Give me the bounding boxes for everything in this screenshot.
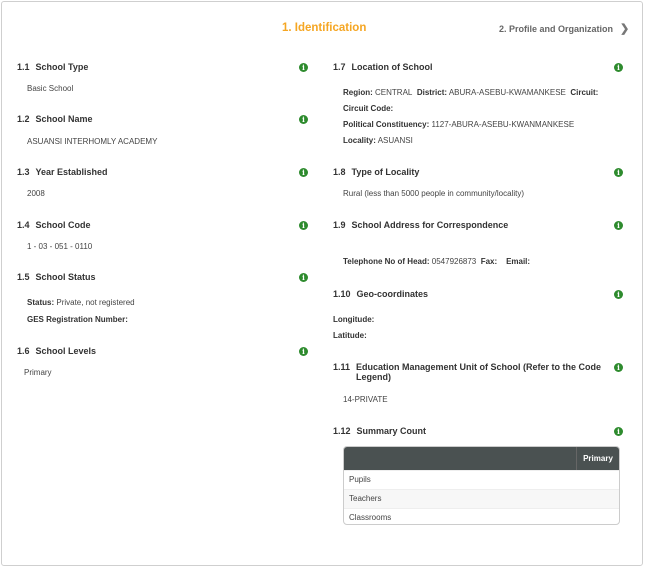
school-code-value: 1 - 03 - 051 - 0110 — [27, 242, 93, 251]
section-type-of-locality: 1.8 Type of Locality — [333, 167, 419, 177]
circuit-code-label: Circuit Code: — [343, 104, 394, 113]
section-title: Year Established — [35, 167, 108, 177]
section-number: 1.10 — [333, 289, 351, 299]
info-icon[interactable]: i — [614, 363, 623, 372]
school-status-row: Status: Private, not registered — [27, 298, 135, 307]
locality-label: Locality: — [343, 136, 376, 145]
section-title: Location of School — [351, 62, 433, 72]
info-icon[interactable]: i — [299, 221, 308, 230]
info-icon[interactable]: i — [299, 115, 308, 124]
section-summary-count: 1.12 Summary Count — [333, 426, 426, 436]
section-number: 1.5 — [17, 272, 30, 282]
section-title: School Status — [35, 272, 96, 282]
region-label: Region: — [343, 88, 373, 97]
section-title: Summary Count — [356, 426, 427, 436]
section-number: 1.3 — [17, 167, 30, 177]
section-title: School Address for Correspondence — [351, 220, 509, 230]
fax-label: Fax: — [480, 257, 498, 266]
section-location: 1.7 Location of School — [333, 62, 433, 72]
district-label: District: — [416, 88, 448, 97]
section-title-line2: Legend) — [356, 372, 392, 382]
table-row: Teachers — [344, 489, 619, 508]
section-title-line1: Education Management Unit of School (Ref… — [356, 362, 602, 372]
status-value: Private, not registered — [56, 298, 135, 307]
summary-count-table: Primary Pupils Teachers Classrooms — [343, 446, 620, 525]
locality-value: ASUANSI — [377, 136, 413, 145]
section-title: School Levels — [35, 346, 97, 356]
section-number: 1.4 — [17, 220, 30, 230]
section-school-type: 1.1 School Type — [17, 62, 88, 72]
section-title: School Code — [35, 220, 91, 230]
location-row-locality: Locality: ASUANSI — [343, 136, 413, 145]
location-row-constituency: Political Constituency: 1127-ABURA-ASEBU… — [343, 120, 574, 129]
section-school-status: 1.5 School Status — [17, 272, 96, 282]
section-number: 1.1 — [17, 62, 30, 72]
telephone-value: 0547926873 — [431, 257, 477, 266]
latitude-label: Latitude: — [333, 331, 367, 340]
section-number: 1.11 — [333, 362, 351, 372]
telephone-label: Telephone No of Head: — [343, 257, 430, 266]
tab-profile-organization[interactable]: 2. Profile and Organization ❯ — [499, 22, 629, 35]
section-number: 1.7 — [333, 62, 346, 72]
info-icon[interactable]: i — [614, 290, 623, 299]
constituency-value: 1127-ABURA-ASEBU-KWANMANKESE — [431, 120, 575, 129]
circuit-label: Circuit: — [570, 88, 599, 97]
section-title: Geo-coordinates — [356, 289, 429, 299]
info-icon[interactable]: i — [299, 347, 308, 356]
info-icon[interactable]: i — [614, 168, 623, 177]
tab-identification[interactable]: 1. Identification — [282, 22, 366, 34]
table-row: Classrooms — [344, 508, 619, 524]
table-row: Pupils — [344, 470, 619, 489]
school-levels-value: Primary — [24, 368, 52, 377]
year-established-value: 2008 — [27, 189, 45, 198]
info-icon[interactable]: i — [299, 63, 308, 72]
region-value: CENTRAL — [375, 88, 413, 97]
section-number: 1.6 — [17, 346, 30, 356]
section-title: Type of Locality — [351, 167, 420, 177]
chevron-right-icon: ❯ — [620, 23, 630, 35]
type-of-locality-value: Rural (less than 5000 people in communit… — [343, 189, 524, 198]
info-icon[interactable]: i — [299, 273, 308, 282]
school-name-value: ASUANSI INTERHOMLY ACADEMY — [27, 137, 158, 146]
school-type-value: Basic School — [27, 84, 74, 93]
section-address: 1.9 School Address for Correspondence — [333, 220, 508, 230]
info-icon[interactable]: i — [614, 221, 623, 230]
location-row-region: Region: CENTRAL District: ABURA-ASEBU-KW… — [343, 88, 598, 97]
section-school-levels: 1.6 School Levels — [17, 346, 96, 356]
section-school-code: 1.4 School Code — [17, 220, 91, 230]
info-icon[interactable]: i — [299, 168, 308, 177]
district-value: ABURA-ASEBU-KWAMANKESE — [448, 88, 566, 97]
section-number: 1.12 — [333, 426, 351, 436]
section-title: School Name — [35, 114, 93, 124]
tab-profile-label: 2. Profile and Organization — [499, 23, 614, 34]
info-icon[interactable]: i — [614, 63, 623, 72]
section-school-name: 1.2 School Name — [17, 114, 93, 124]
section-title: School Type — [35, 62, 89, 72]
table-header: Primary — [344, 447, 619, 470]
ges-registration-label: GES Registration Number: — [27, 315, 128, 324]
education-management-unit-value: 14-PRIVATE — [343, 395, 388, 404]
section-number: 1.8 — [333, 167, 346, 177]
info-icon[interactable]: i — [614, 427, 623, 436]
constituency-label: Political Constituency: — [343, 120, 430, 129]
section-education-management-unit: 1.11 Education Management Unit of School… — [333, 362, 601, 382]
section-number: 1.2 — [17, 114, 30, 124]
table-column-primary: Primary — [576, 447, 619, 470]
email-label: Email: — [506, 257, 531, 266]
section-geo-coordinates: 1.10 Geo-coordinates — [333, 289, 428, 299]
address-row: Telephone No of Head: 0547926873 Fax: Em… — [343, 257, 530, 266]
longitude-label: Longitude: — [333, 315, 375, 324]
status-label: Status: — [27, 298, 55, 307]
section-year-established: 1.3 Year Established — [17, 167, 108, 177]
section-number: 1.9 — [333, 220, 346, 230]
